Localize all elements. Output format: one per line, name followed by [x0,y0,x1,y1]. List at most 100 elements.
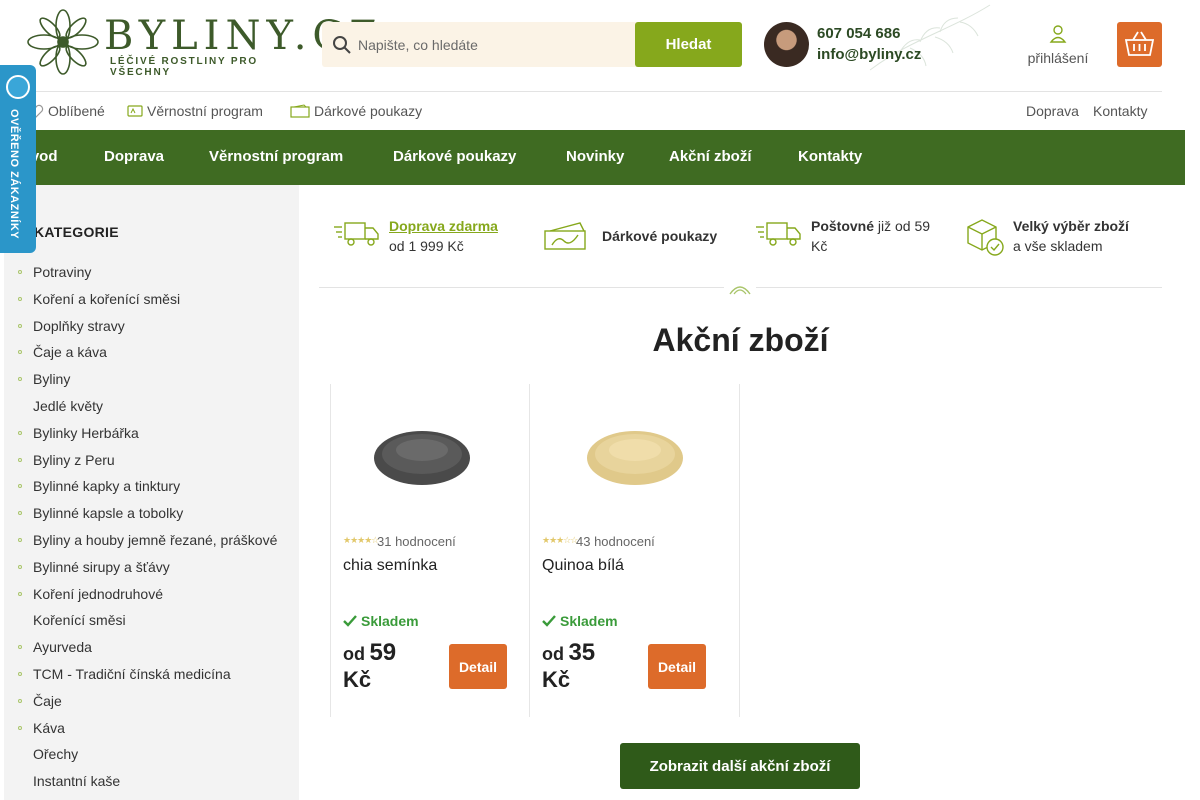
category-label: Byliny a houby jemně řezané, práškové [33,531,278,548]
bullet-icon [18,270,22,274]
search-input[interactable] [358,22,628,67]
check-icon [343,615,357,627]
bullet-icon [18,645,22,650]
bullet-icon [18,671,22,676]
search-button[interactable]: Hledat [635,22,742,67]
favorites-link[interactable]: Oblíbené [28,103,105,119]
category-sidebar: KATEGORIE Potraviny Koření a kořenící sm… [4,185,299,800]
category-label: Ayurveda [33,639,92,656]
selection-title: Velký výběr zboží [1013,218,1129,234]
verified-badge-label: OVĚŘENO ZÁKAZNÍKY [8,109,20,240]
nav-gift-vouchers[interactable]: Dárkové poukazy [393,148,516,165]
category-label: Čaje a káva [33,344,107,361]
price-prefix: od [343,644,365,664]
price-currency: Kč [542,667,571,692]
gift-voucher-icon [544,222,586,250]
category-item[interactable]: Bylinné kapsle a tobolky [4,500,299,527]
product-image [587,431,683,485]
contact-email[interactable]: info@byliny.cz [817,46,921,63]
nav-news[interactable]: Novinky [566,148,624,165]
category-label: Čaje [33,692,62,709]
contact-phone[interactable]: 607 054 686 [817,25,900,42]
loyalty-program-link[interactable]: Věrnostní program [127,103,263,119]
category-item[interactable]: Ayurveda [4,634,299,661]
nav-contacts[interactable]: Kontakty [798,148,862,165]
contacts-link[interactable]: Kontakty [1093,103,1147,119]
shipping-link[interactable]: Doprava [1026,103,1079,119]
free-shipping-text: od 1 999 Kč [389,238,464,254]
category-label: Byliny [33,371,71,388]
category-label: Koření a kořenící směsi [33,290,181,307]
category-item[interactable]: Ořechy [4,741,299,768]
product-price: od 35 Kč [542,641,632,692]
cart-button[interactable] [1117,22,1162,67]
category-item[interactable]: Potraviny [4,259,299,286]
category-label: Bylinky Herbářka [33,424,139,441]
show-more-sale-items-button[interactable]: Zobrazit další akční zboží [620,743,860,789]
category-item[interactable]: Instantní kaše [4,768,299,795]
nav-sale-items[interactable]: Akční zboží [669,148,752,165]
benefit-wide-selection: Velký výběr zboží a vše skladem [966,215,1162,265]
benefit-gift-vouchers: Dárkové poukazy [544,215,734,265]
detail-button[interactable]: Detail [648,644,706,689]
category-label: Byliny z Peru [33,451,115,468]
detail-button[interactable]: Detail [449,644,507,689]
category-item[interactable]: Doplňky stravy [4,313,299,340]
rating-count: 31 hodnocení [377,534,456,549]
user-icon [1049,25,1067,43]
category-item[interactable]: Káva [4,715,299,742]
category-item[interactable]: Byliny z Peru [4,447,299,474]
category-label: Koření jednodruhové [33,585,163,602]
stock-status: Skladem [542,613,618,629]
product-name[interactable]: Quinoa bílá [542,557,624,575]
category-item[interactable]: Koření jednodruhové [4,581,299,608]
free-shipping-link[interactable]: Doprava zdarma [389,218,498,234]
category-label: Bylinné kapsle a tobolky [33,505,184,522]
verified-seal-icon [6,75,30,99]
category-item[interactable]: TCM - Tradiční čínská medicína [4,661,299,688]
loyalty-card-icon [127,105,143,117]
postage-truck-icon [756,222,801,246]
main-navigation: Úvod Doprava Věrnostní program Dárkové p… [0,130,1185,185]
nav-loyalty-program[interactable]: Věrnostní program [209,148,343,165]
stock-label: Skladem [361,613,419,629]
category-label: Potraviny [33,264,92,280]
product-card[interactable]: ★★★★☆ 31 hodnocení chia semínka Skladem … [330,384,541,717]
category-item[interactable]: Byliny a houby jemně řezané, práškové [4,527,299,554]
selection-text: a vše skladem [1013,238,1103,254]
category-list: Potraviny Koření a kořenící směsi Doplňk… [4,259,299,795]
category-item[interactable]: Čaje [4,688,299,715]
category-item[interactable]: Bylinné kapky a tinktury [4,473,299,500]
category-item[interactable]: Byliny [4,366,299,393]
site-logo[interactable]: BYLINY.CZ LÉČIVÉ ROSTLINY PRO VŠECHNY [26,8,377,78]
sidebar-title: KATEGORIE [34,224,119,240]
category-item[interactable]: Bylinné sirupy a šťávy [4,554,299,581]
rating-count: 43 hodnocení [576,534,655,549]
box-check-icon [967,219,1004,256]
bullet-icon [18,430,22,435]
category-item[interactable]: Bylinky Herbářka [4,420,299,447]
login-link[interactable]: přihlášení [1018,24,1098,68]
category-item[interactable]: Kořenící směsi [4,607,299,634]
category-label: Ořechy [33,746,79,763]
nav-shipping[interactable]: Doprava [104,148,164,165]
bullet-icon [18,698,22,703]
section-title: Akční zboží [652,322,829,358]
stock-label: Skladem [560,613,618,629]
logo-tagline: LÉČIVÉ ROSTLINY PRO VŠECHNY [110,56,258,78]
category-item[interactable]: Koření a kořenící směsi [4,286,299,313]
gift-vouchers-link[interactable]: Dárkové poukazy [290,103,422,119]
rating-stars-icon: ★★★☆☆ [542,535,578,545]
product-name[interactable]: chia semínka [343,557,437,575]
loyalty-program-label: Věrnostní program [147,103,263,119]
search-bar: Hledat [322,22,742,67]
verified-customers-badge[interactable]: OVĚŘENO ZÁKAZNÍKY [0,65,36,253]
stock-status: Skladem [343,613,419,629]
category-item[interactable]: Jedlé květy [4,393,299,420]
bullet-icon [18,350,22,355]
category-item[interactable]: Čaje a káva [4,339,299,366]
category-label: Jedlé květy [33,397,104,414]
category-label: Bylinné kapky a tinktury [33,478,181,495]
product-card[interactable]: ★★★☆☆ 43 hodnocení Quinoa bílá Skladem o… [529,384,740,717]
bullet-icon [18,457,22,462]
